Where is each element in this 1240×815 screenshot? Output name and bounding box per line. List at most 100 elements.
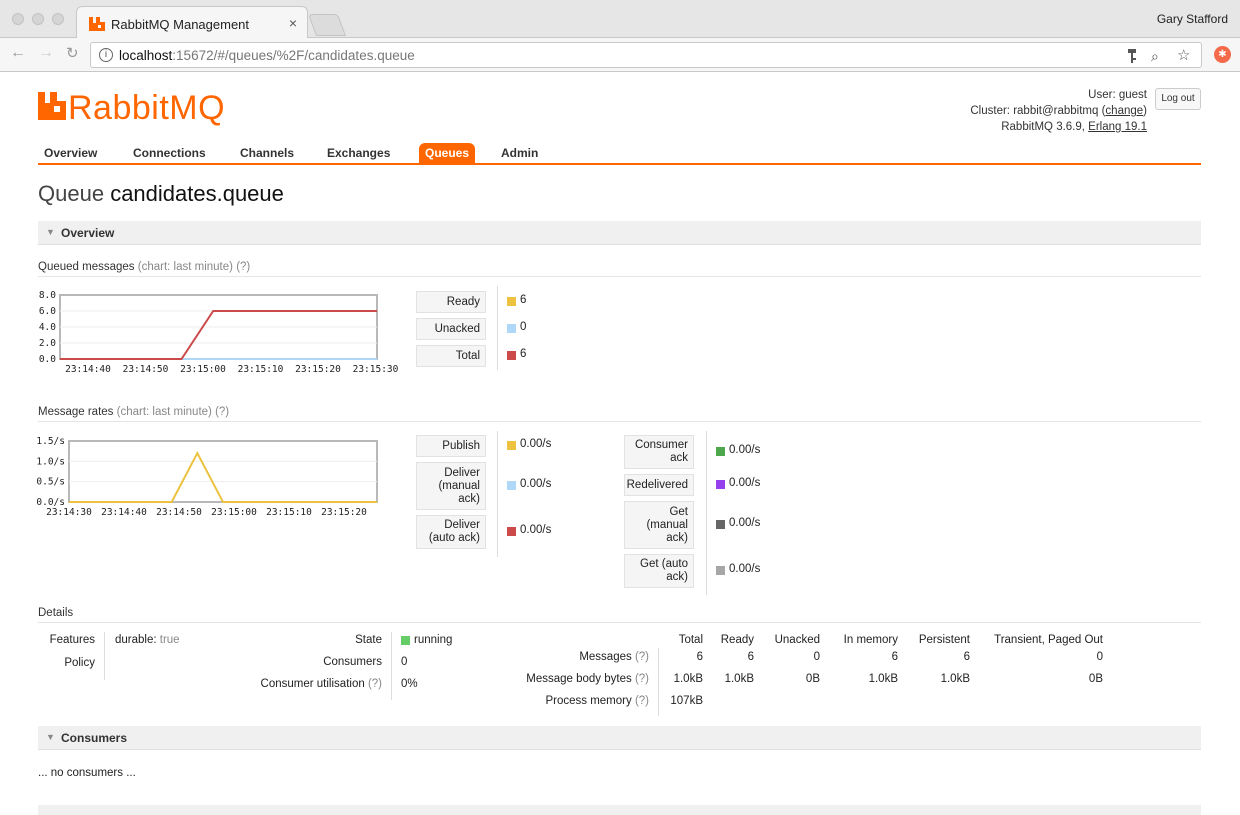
table-cell: 6 bbox=[696, 651, 703, 663]
queued-label-ready: Ready bbox=[416, 291, 486, 313]
key-icon[interactable] bbox=[1127, 49, 1137, 63]
menu-admin[interactable]: Admin bbox=[501, 146, 538, 160]
chart-range-link[interactable]: (chart: last minute) bbox=[117, 406, 212, 418]
legend-swatch bbox=[716, 447, 725, 456]
legend-swatch bbox=[507, 351, 516, 360]
details-heading: Details bbox=[38, 607, 1201, 623]
change-link[interactable]: change bbox=[1105, 105, 1143, 117]
logout-button[interactable]: Log out bbox=[1155, 88, 1201, 110]
back-arrow-icon[interactable]: ← bbox=[10, 44, 26, 62]
tab-title: RabbitMQ Management bbox=[111, 17, 250, 32]
browser-tab[interactable]: RabbitMQ Management × bbox=[76, 6, 308, 39]
new-tab-button[interactable] bbox=[307, 14, 347, 36]
rate-value: 0.00/s bbox=[520, 524, 552, 536]
y-tick-label: 2.0 bbox=[39, 338, 56, 349]
rate-label-get-manual-ack: Get (manual ack) bbox=[624, 501, 694, 549]
collapse-triangle-icon: ▼ bbox=[46, 227, 55, 237]
table-header: Ready bbox=[720, 634, 754, 646]
consumer-utilisation-label: Consumer utilisation (?) bbox=[260, 678, 382, 690]
y-tick-label: 0.5/s bbox=[36, 477, 65, 488]
table-header: In memory bbox=[843, 634, 898, 646]
x-tick-label: 23:14:30 bbox=[46, 507, 92, 518]
y-tick-label: 6.0 bbox=[39, 306, 56, 317]
table-cell: 1.0kB bbox=[724, 673, 754, 685]
queued-label-unacked: Unacked bbox=[416, 318, 486, 340]
legend-swatch bbox=[507, 481, 516, 490]
site-info-icon[interactable]: i bbox=[99, 48, 113, 62]
x-tick-label: 23:15:10 bbox=[266, 507, 312, 518]
menu-connections[interactable]: Connections bbox=[133, 146, 206, 160]
menu-exchanges[interactable]: Exchanges bbox=[327, 146, 390, 160]
rate-value: 0.00/s bbox=[520, 438, 552, 450]
menu-overview[interactable]: Overview bbox=[44, 146, 97, 160]
rate-value: 0.00/s bbox=[729, 517, 761, 529]
erlang-link[interactable]: Erlang 19.1 bbox=[1088, 121, 1147, 133]
help-link[interactable]: (?) bbox=[635, 695, 649, 707]
rate-label-deliver-auto-ack: Deliver (auto ack) bbox=[416, 515, 486, 549]
bindings-section-header[interactable] bbox=[38, 805, 1201, 815]
help-link[interactable]: (?) bbox=[215, 406, 229, 418]
forward-arrow-icon[interactable]: → bbox=[38, 44, 54, 62]
table-header: Total bbox=[678, 634, 703, 646]
x-tick-label: 23:15:20 bbox=[295, 364, 341, 375]
x-tick-label: 23:15:30 bbox=[353, 364, 399, 375]
menu-queues[interactable]: Queues bbox=[419, 143, 476, 163]
zoom-icon[interactable]: ⌕ bbox=[1151, 48, 1159, 65]
table-header: Unacked bbox=[774, 634, 820, 646]
consumers-value: 0 bbox=[401, 656, 408, 668]
chart-range-link[interactable]: (chart: last minute) bbox=[138, 261, 233, 273]
x-tick-label: 23:15:10 bbox=[238, 364, 284, 375]
bookmark-star-icon[interactable]: ☆ bbox=[1177, 46, 1190, 64]
queued-value: 6 bbox=[520, 294, 527, 306]
user-info: User: guest Cluster: rabbit@rabbitmq (ch… bbox=[970, 89, 1147, 133]
reload-icon[interactable]: ↻ bbox=[66, 44, 79, 62]
rate-value: 0.00/s bbox=[729, 563, 761, 575]
queue-name: candidates.queue bbox=[110, 181, 284, 206]
chart-frame bbox=[68, 440, 378, 503]
help-link[interactable]: (?) bbox=[236, 261, 250, 273]
consumer-utilisation-value: 0% bbox=[401, 678, 418, 690]
y-tick-label: 1.0/s bbox=[36, 456, 65, 467]
window-close-dot[interactable] bbox=[12, 13, 24, 25]
x-tick-label: 23:15:00 bbox=[211, 507, 257, 518]
overview-section-header[interactable]: ▼ Overview bbox=[38, 221, 1201, 245]
table-cell: 6 bbox=[963, 651, 970, 663]
rate-value: 0.00/s bbox=[729, 477, 761, 489]
queued-value: 0 bbox=[520, 321, 527, 333]
x-tick-label: 23:15:00 bbox=[180, 364, 226, 375]
y-tick-label: 0.0 bbox=[39, 354, 56, 365]
user-name: guest bbox=[1118, 89, 1147, 101]
queued-label-total: Total bbox=[416, 345, 486, 367]
browser-profile-name[interactable]: Gary Stafford bbox=[1157, 12, 1228, 26]
table-cell: 1.0kB bbox=[673, 673, 703, 685]
table-cell: 6 bbox=[747, 651, 754, 663]
table-cell: 0B bbox=[805, 673, 820, 685]
rate-label-deliver-manual-ack: Deliver (manual ack) bbox=[416, 462, 486, 510]
y-tick-label: 8.0 bbox=[39, 290, 56, 301]
tab-close-icon[interactable]: × bbox=[289, 15, 297, 31]
rate-label-consumer-ack: Consumer ack bbox=[624, 435, 694, 469]
legend-swatch bbox=[716, 566, 725, 575]
table-row-label: Process memory (?) bbox=[545, 695, 649, 707]
table-header: Transient, Paged Out bbox=[994, 634, 1103, 646]
page-content: RabbitMQ User: guest Cluster: rabbit@rab… bbox=[0, 73, 1240, 815]
table-cell: 107kB bbox=[670, 695, 703, 707]
y-tick-label: 1.5/s bbox=[36, 436, 65, 447]
browser-titlebar: RabbitMQ Management × Gary Stafford bbox=[0, 0, 1240, 39]
window-zoom-dot[interactable] bbox=[52, 13, 64, 25]
rate-value: 0.00/s bbox=[729, 444, 761, 456]
extension-icon[interactable]: ✱ bbox=[1214, 46, 1231, 63]
table-cell: 1.0kB bbox=[868, 673, 898, 685]
queued-value: 6 bbox=[520, 348, 527, 360]
legend-swatch bbox=[507, 527, 516, 536]
consumers-section-header[interactable]: ▼ Consumers bbox=[38, 726, 1201, 750]
help-link[interactable]: (?) bbox=[635, 673, 649, 685]
legend-swatch bbox=[716, 520, 725, 529]
rate-label-publish: Publish bbox=[416, 435, 486, 457]
cluster-name: rabbit@rabbitmq bbox=[1013, 105, 1099, 117]
features-value: durable: true bbox=[115, 634, 180, 646]
address-bar[interactable]: i localhost:15672/#/queues/%2F/candidate… bbox=[90, 42, 1202, 68]
window-minimize-dot[interactable] bbox=[32, 13, 44, 25]
help-link[interactable]: (?) bbox=[635, 651, 649, 663]
menu-channels[interactable]: Channels bbox=[240, 146, 294, 160]
